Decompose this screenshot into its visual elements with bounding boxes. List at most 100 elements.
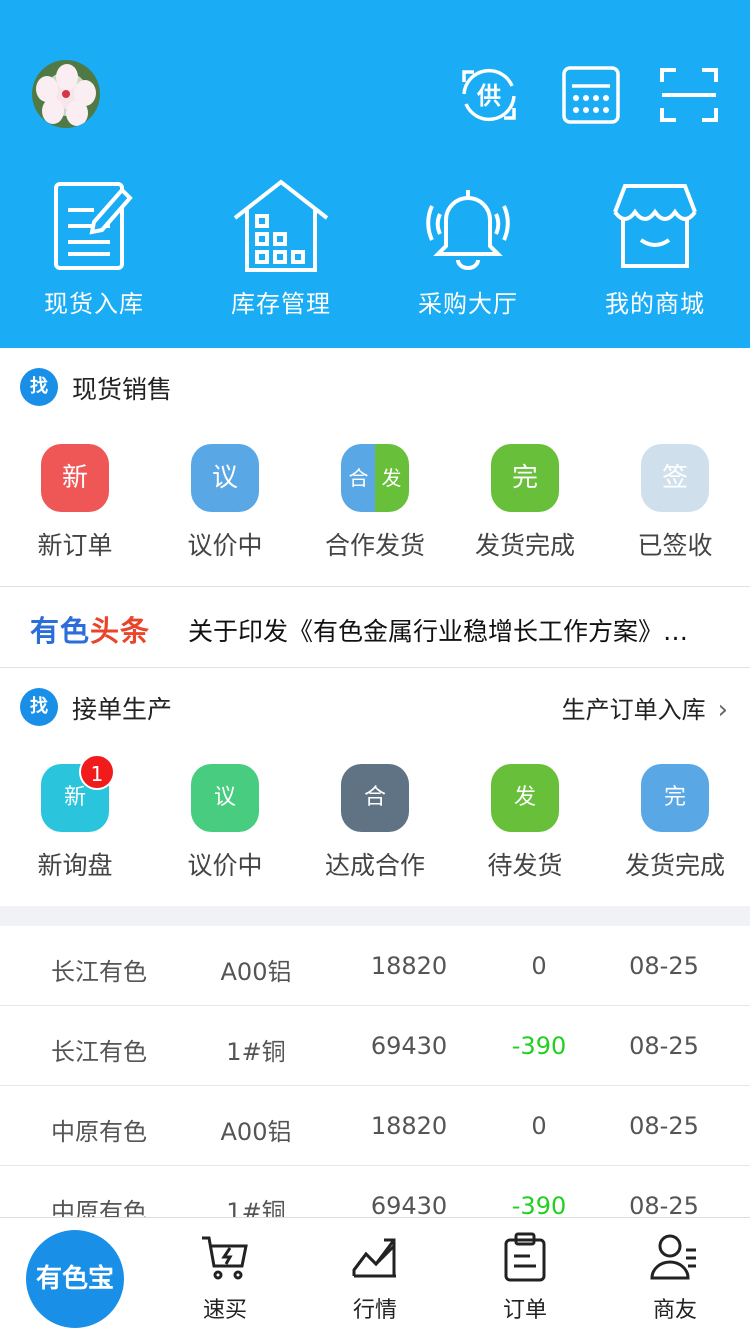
tab-contacts[interactable]: 商友 <box>600 1232 750 1324</box>
news-logo: 有色头条 <box>30 608 150 650</box>
svg-text:供: 供 <box>476 82 501 110</box>
quick-action-label: 我的商城 <box>605 290 705 318</box>
link-label: 生产订单入库 <box>561 696 706 724</box>
price-change: 0 <box>531 952 547 980</box>
notification-badge: 1 <box>79 754 115 790</box>
price-source: 中原有色 <box>51 1118 147 1146</box>
price-value: 69430 <box>370 1032 448 1060</box>
price-value: 18820 <box>370 1112 448 1140</box>
quick-action-label: 现货入库 <box>44 290 144 318</box>
quick-action-my-shop[interactable]: 我的商城 <box>561 176 749 326</box>
status-to-ship[interactable]: 发 待发货 <box>450 764 600 882</box>
status-icon: 新 1 <box>41 754 115 832</box>
table-row[interactable]: 长江有色 1#铜 69430 -390 08-25 <box>0 1006 750 1086</box>
status-icon-right: 发 <box>381 466 402 490</box>
price-date: 08-25 <box>629 1192 699 1220</box>
cart-icon <box>202 1236 248 1280</box>
status-label: 合作发货 <box>324 531 425 560</box>
status-icon: 合发 <box>341 444 409 512</box>
document-edit-icon <box>54 182 133 270</box>
quick-action-purchase-hall[interactable]: 采购大厅 <box>374 176 562 326</box>
status-label: 发货完成 <box>624 851 725 880</box>
status-icon: 完 <box>641 764 709 832</box>
quick-action-stock-in[interactable]: 现货入库 <box>0 176 188 326</box>
news-headline[interactable]: 关于印发《有色金属行业稳增长工作方案》的通知 <box>188 612 708 648</box>
status-icon-char: 新 <box>63 785 86 810</box>
price-change: -390 <box>511 1192 567 1220</box>
section-title: 接单生产 <box>72 695 173 724</box>
production-header: 找 接单生产 生产订单入库 › <box>0 668 750 748</box>
warehouse-icon <box>233 179 329 272</box>
scan-icon[interactable] <box>658 64 720 126</box>
price-metal: A00铝 <box>220 958 292 986</box>
news-ticker[interactable]: 有色头条 关于印发《有色金属行业稳增长工作方案》的通知 <box>0 588 750 668</box>
price-date: 08-25 <box>629 1112 699 1140</box>
status-negotiating[interactable]: 议 议价中 <box>150 764 300 882</box>
avatar[interactable] <box>32 60 100 128</box>
quick-action-label: 采购大厅 <box>418 290 518 318</box>
price-value: 69430 <box>370 1192 448 1220</box>
production-stock-in-link[interactable]: 生产订单入库 › <box>562 690 728 725</box>
status-label: 待发货 <box>487 851 563 880</box>
spot-sales-statuses: 新 新订单 议 议价中 合发 合作发货 完 发货完成 签 已签收 <box>0 444 750 584</box>
tab-orders[interactable]: 订单 <box>450 1232 600 1324</box>
tab-market[interactable]: 行情 <box>300 1232 450 1324</box>
status-icon: 议 <box>191 444 259 512</box>
quick-action-inventory[interactable]: 库存管理 <box>187 176 375 326</box>
section-gap <box>0 906 750 926</box>
clipboard-icon <box>504 1232 546 1282</box>
price-date: 08-25 <box>629 1032 699 1060</box>
status-label: 议价中 <box>187 851 263 880</box>
quick-action-label: 库存管理 <box>231 290 331 318</box>
tab-quick-buy[interactable]: 速买 <box>150 1232 300 1324</box>
status-label: 新订单 <box>37 531 113 560</box>
status-shipped[interactable]: 完 发货完成 <box>600 764 750 882</box>
price-source: 长江有色 <box>51 1038 147 1066</box>
price-metal: 1#铜 <box>226 1038 286 1066</box>
contacts-icon <box>650 1234 696 1280</box>
status-signed[interactable]: 签 已签收 <box>600 444 750 562</box>
status-icon: 合 <box>341 764 409 832</box>
chevron-right-icon: › <box>717 695 728 725</box>
status-negotiating[interactable]: 议 议价中 <box>150 444 300 562</box>
section-title: 现货销售 <box>72 375 173 404</box>
spot-sales-header: 找 现货销售 <box>0 348 750 428</box>
tab-home[interactable]: 有色宝 <box>26 1230 124 1328</box>
status-shipped[interactable]: 完 发货完成 <box>450 444 600 562</box>
status-label: 议价中 <box>187 531 263 560</box>
table-row[interactable]: 长江有色 A00铝 18820 0 08-25 <box>0 926 750 1006</box>
price-date: 08-25 <box>629 952 699 980</box>
status-deal[interactable]: 合 达成合作 <box>300 764 450 882</box>
status-new-order[interactable]: 新 新订单 <box>0 444 150 562</box>
status-icon: 完 <box>491 444 559 512</box>
production-statuses: 新 1 新询盘 议 议价中 合 达成合作 发 待发货 完 发货完成 <box>0 754 750 904</box>
calculator-icon[interactable] <box>560 64 622 126</box>
status-label: 达成合作 <box>324 851 425 880</box>
price-source: 长江有色 <box>51 958 147 986</box>
status-label: 已签收 <box>637 531 713 560</box>
status-coop-shipping[interactable]: 合发 合作发货 <box>300 444 450 562</box>
table-row[interactable]: 中原有色 A00铝 18820 0 08-25 <box>0 1086 750 1166</box>
price-metal: A00铝 <box>220 1118 292 1146</box>
price-change: -390 <box>511 1032 567 1060</box>
header: 供 现货入库 库存管理 采购大厅 我的商城 <box>0 0 750 348</box>
tab-bar: 有色宝 速买 行情 订单 商友 <box>0 1217 750 1334</box>
find-icon: 找 <box>20 368 58 406</box>
news-logo-part1: 有色 <box>30 614 91 648</box>
status-icon-left: 合 <box>348 466 369 490</box>
trend-icon <box>352 1238 396 1278</box>
tab-label: 行情 <box>352 1298 397 1323</box>
tab-label: 订单 <box>502 1298 547 1323</box>
divider <box>0 586 750 587</box>
tab-label: 速买 <box>202 1298 247 1323</box>
status-label: 发货完成 <box>474 531 575 560</box>
bell-icon <box>426 190 510 270</box>
status-icon: 签 <box>641 444 709 512</box>
status-icon: 新 <box>41 444 109 512</box>
shop-icon <box>613 184 697 268</box>
status-label: 新询盘 <box>37 851 113 880</box>
supply-switch-icon[interactable]: 供 <box>458 64 520 126</box>
tab-label: 商友 <box>652 1298 697 1323</box>
status-new-inquiry[interactable]: 新 1 新询盘 <box>0 754 150 882</box>
price-value: 18820 <box>370 952 448 980</box>
